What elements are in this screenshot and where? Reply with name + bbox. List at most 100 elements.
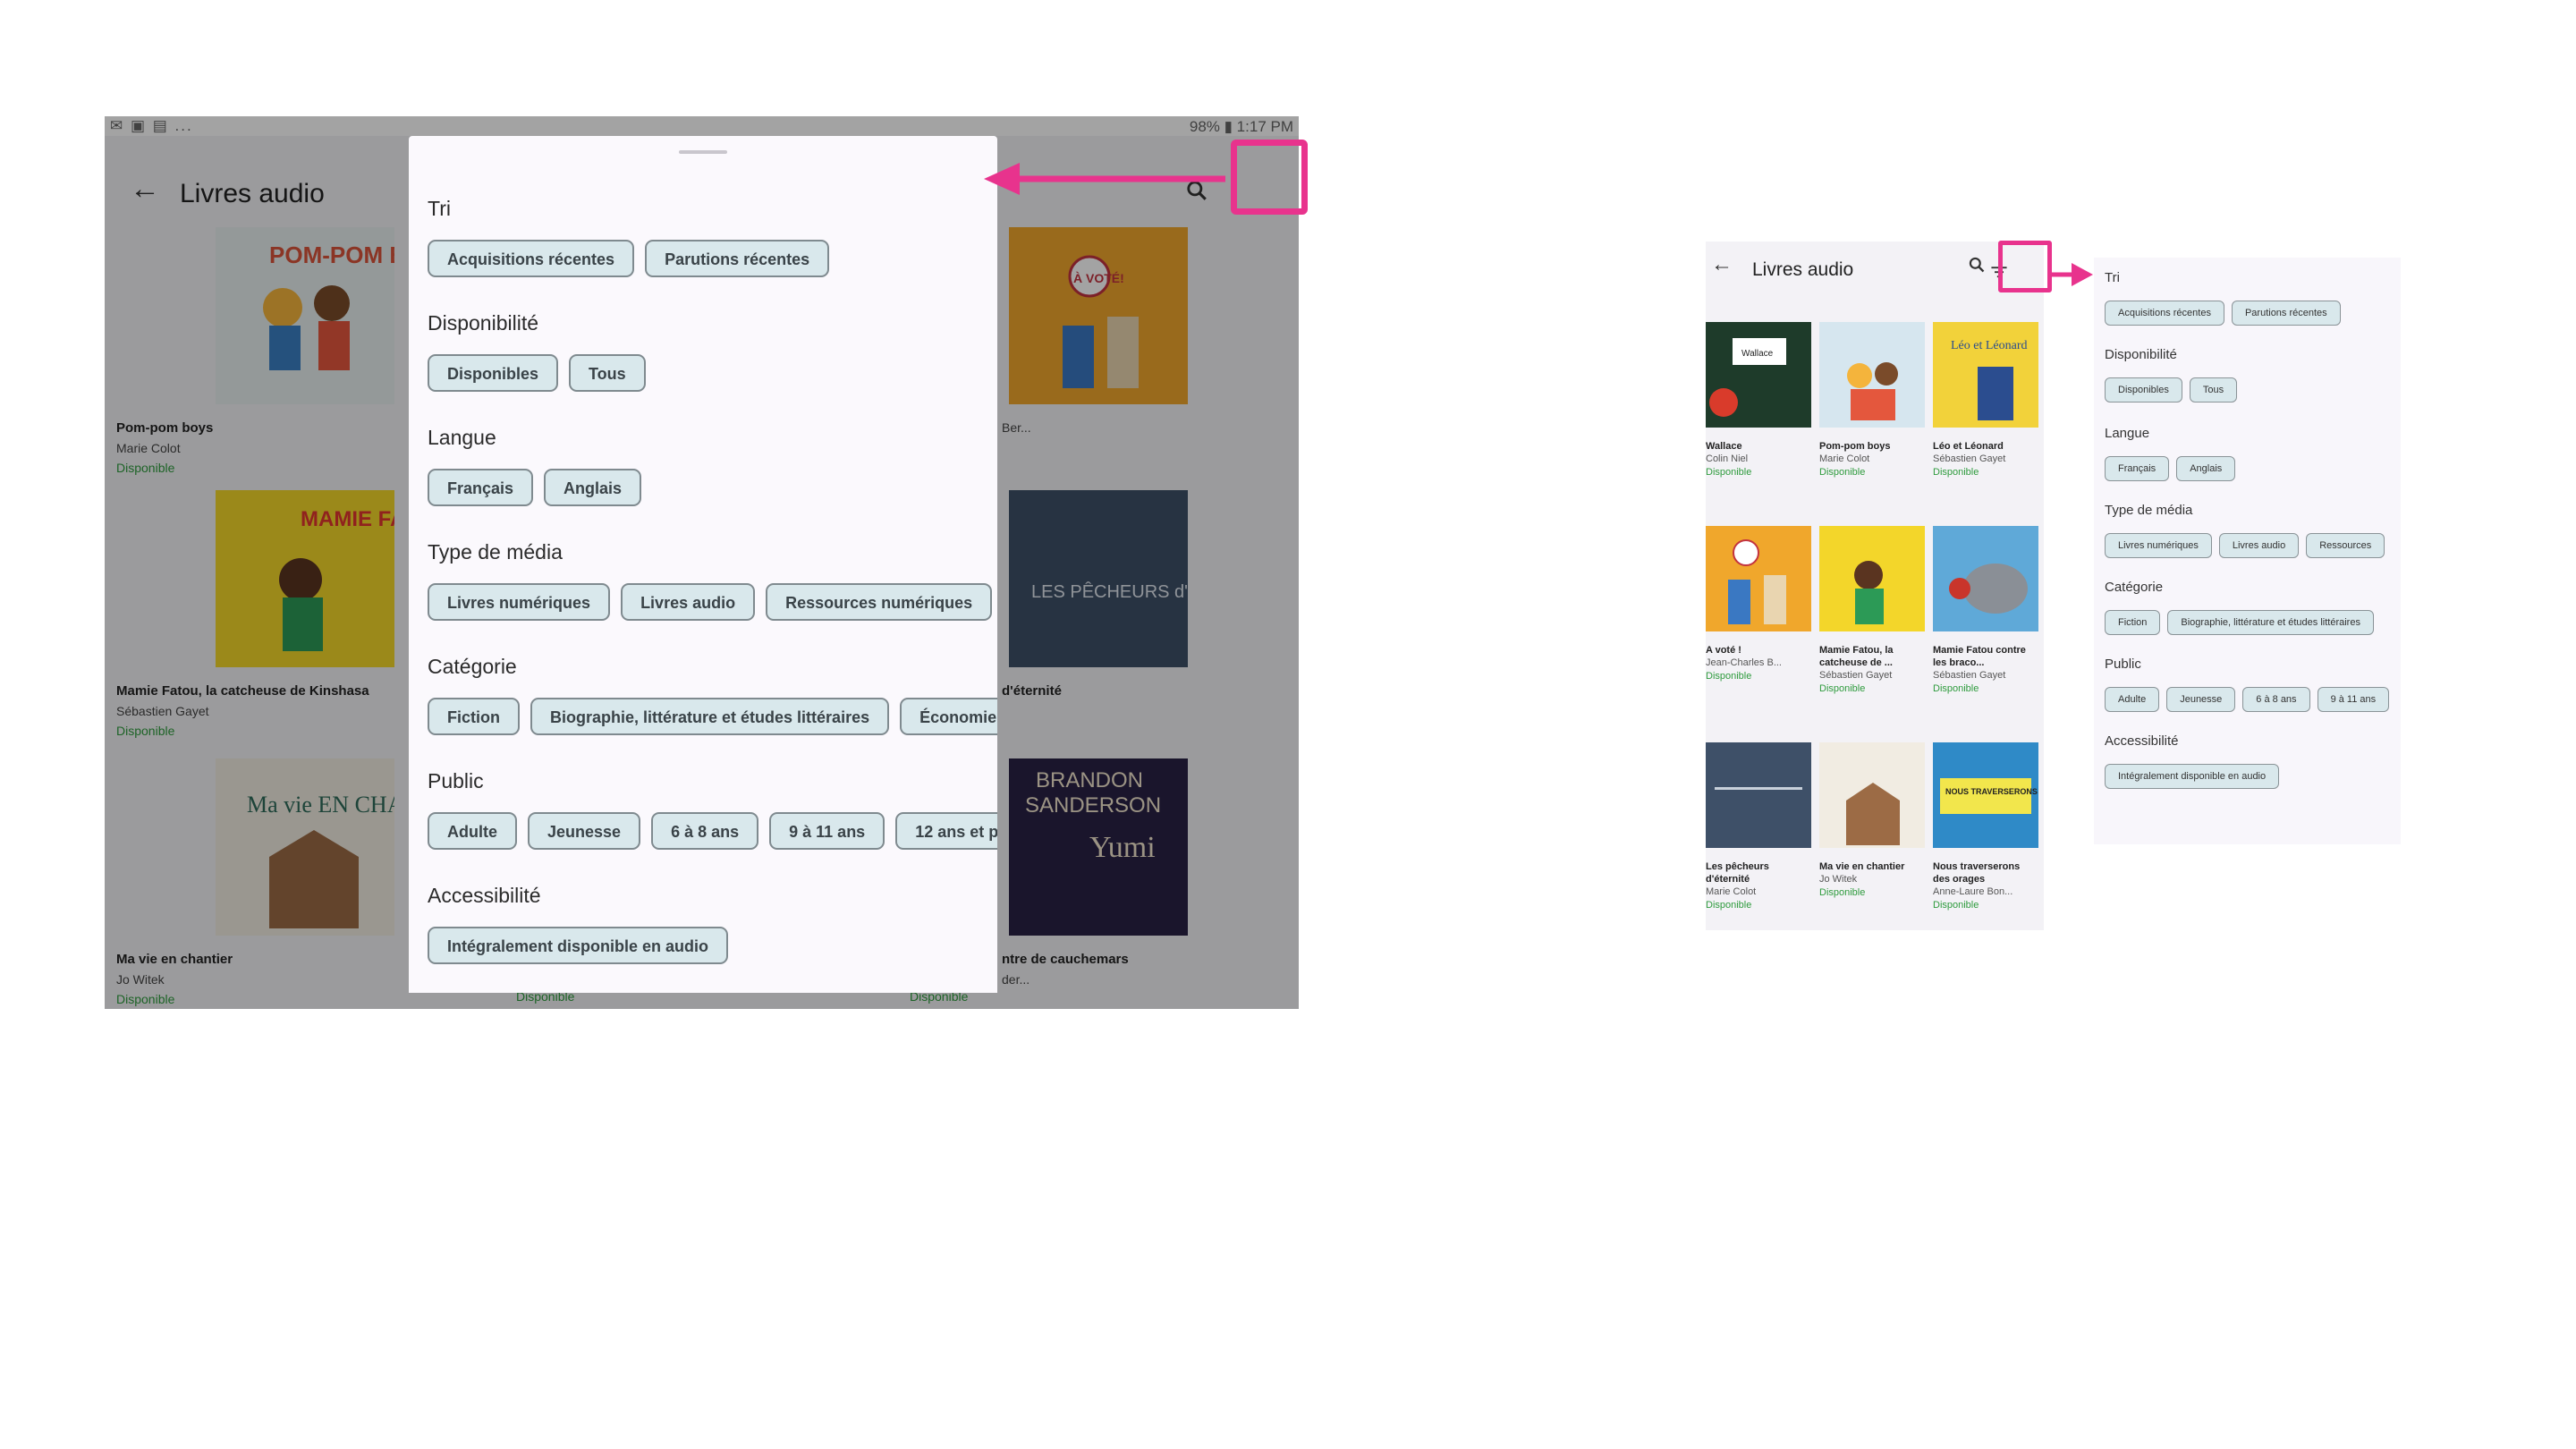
book-card[interactable]: Mamie Fatou contre les braco... Sébastie… (1933, 526, 2038, 696)
cover-title: NOUS TRAVERSERONS DES ORAGES (1945, 787, 2038, 796)
book-title: Mamie Fatou, la catcheuse de ... (1819, 645, 1894, 668)
section-title-categorie: Catégorie (2105, 580, 2164, 595)
chip-12-ans-plus[interactable]: 12 ans et plus (895, 812, 997, 850)
chip-integralement-audio[interactable]: Intégralement disponible en audio (428, 927, 729, 964)
book-card[interactable]: Les pêcheurs d'éternité Marie Colot Disp… (1706, 742, 1811, 912)
chip-livres-numeriques[interactable]: Livres numériques (428, 583, 611, 621)
chip-tous[interactable]: Tous (2189, 377, 2238, 402)
chip-disponibles[interactable]: Disponibles (2105, 377, 2182, 402)
book-availability: Disponible (1819, 467, 1866, 478)
annotation-arrow-icon (2052, 263, 2093, 286)
chip-row-accessibilite: Intégralement disponible en audio (2105, 764, 2280, 789)
section-title-type-media: Type de média (428, 540, 563, 564)
book-card[interactable]: Ma vie en chantier Jo Witek Disponible (1819, 742, 1925, 900)
book-author: Sébastien Gayet (1933, 670, 2006, 681)
book-availability: Disponible (1706, 900, 1752, 911)
cover-title: Léo et Léonard (1951, 339, 2028, 352)
chip-row-disponibilite: Disponibles Tous (2105, 377, 2238, 402)
section-title-langue: Langue (2105, 426, 2150, 441)
chip-economie[interactable]: Économie, f (900, 698, 997, 735)
book-card[interactable]: A voté ! Jean-Charles B... Disponible (1706, 526, 1811, 683)
book-card[interactable]: Léo et Léonard Léo et Léonard Sébastien … (1933, 322, 2038, 479)
highlight-box (1231, 140, 1308, 215)
drag-handle[interactable] (679, 150, 727, 154)
book-card[interactable]: NOUS TRAVERSERONS DES ORAGES Nous traver… (1933, 742, 2044, 912)
chip-ressources-numeriques[interactable]: Ressources numériques (766, 583, 993, 621)
chip-parutions-recentes[interactable]: Parutions récentes (645, 240, 830, 277)
book-author: Sébastien Gayet (1819, 670, 1893, 681)
chip-6-8-ans[interactable]: 6 à 8 ans (651, 812, 759, 850)
chip-disponibles[interactable]: Disponibles (428, 354, 559, 392)
phone-screenshot: ← Livres audio Wallace Wallace Colin Nie… (1706, 242, 2044, 930)
section-title-type-media: Type de média (2105, 503, 2193, 518)
chip-fiction[interactable]: Fiction (2105, 610, 2161, 635)
book-cover: Wallace (1706, 322, 1811, 428)
book-availability: Disponible (1933, 683, 1979, 694)
section-title-categorie: Catégorie (428, 655, 517, 678)
chip-9-11-ans[interactable]: 9 à 11 ans (2317, 687, 2390, 712)
search-icon[interactable] (1968, 256, 1986, 279)
book-card[interactable]: Wallace Wallace Colin Niel Disponible (1706, 322, 1811, 479)
book-cover (1819, 742, 1925, 848)
chip-anglais[interactable]: Anglais (2176, 456, 2236, 481)
book-cover (1819, 526, 1925, 631)
chip-acquisitions-recentes[interactable]: Acquisitions récentes (2105, 301, 2224, 326)
chip-livres-audio[interactable]: Livres audio (621, 583, 756, 621)
chip-livres-audio[interactable]: Livres audio (2218, 533, 2300, 558)
chip-acquisitions-recentes[interactable]: Acquisitions récentes (428, 240, 635, 277)
book-author: Anne-Laure Bon... (1933, 886, 2013, 897)
chip-row-public: Adulte Jeunesse 6 à 8 ans 9 à 11 ans 12 … (428, 812, 997, 850)
chip-biographie[interactable]: Biographie, littérature et études littér… (530, 698, 890, 735)
chip-integralement-audio[interactable]: Intégralement disponible en audio (2105, 764, 2280, 789)
book-title: Nous traverserons des orages (1933, 861, 2021, 885)
chip-biographie[interactable]: Biographie, littérature et études littér… (2167, 610, 2374, 635)
book-author: Sébastien Gayet (1933, 453, 2006, 464)
chip-row-langue: Français Anglais (428, 469, 642, 506)
chip-row-tri: Acquisitions récentes Parutions récentes (2105, 301, 2341, 326)
chip-parutions-recentes[interactable]: Parutions récentes (2231, 301, 2341, 326)
chip-jeunesse[interactable]: Jeunesse (528, 812, 641, 850)
book-card[interactable]: Pom-pom boys Marie Colot Disponible (1819, 322, 1925, 479)
book-availability: Disponible (1819, 887, 1866, 898)
chip-anglais[interactable]: Anglais (544, 469, 642, 506)
chip-adulte[interactable]: Adulte (428, 812, 517, 850)
section-title-accessibilite: Accessibilité (2105, 733, 2179, 749)
book-cover (1706, 742, 1811, 848)
book-title: Léo et Léonard (1933, 441, 2004, 452)
chip-row-categorie: Fiction Biographie, littérature et étude… (428, 698, 997, 735)
chip-ressources[interactable]: Ressources (2306, 533, 2385, 558)
section-title-accessibilite: Accessibilité (428, 884, 541, 907)
chip-6-8-ans[interactable]: 6 à 8 ans (2242, 687, 2310, 712)
chip-francais[interactable]: Français (2105, 456, 2170, 481)
book-card[interactable]: Mamie Fatou, la catcheuse de ... Sébasti… (1819, 526, 1925, 696)
chip-fiction[interactable]: Fiction (428, 698, 520, 735)
chip-tous[interactable]: Tous (569, 354, 646, 392)
chip-9-11-ans[interactable]: 9 à 11 ans (769, 812, 886, 850)
tablet-screenshot: ✉ ▣ ▤ ... 98% ▮ 1:17 PM ← Livres audio P… (105, 116, 1299, 1009)
cover-title: Wallace (1741, 349, 1774, 359)
book-title: Pom-pom boys (1819, 441, 1891, 452)
section-title-public: Public (2105, 657, 2141, 672)
page-title: Livres audio (1752, 259, 1854, 280)
chip-livres-numeriques[interactable]: Livres numériques (2105, 533, 2212, 558)
book-availability: Disponible (1706, 467, 1752, 478)
book-title: Wallace (1706, 441, 1742, 452)
chip-row-public: Adulte Jeunesse 6 à 8 ans 9 à 11 ans (2105, 687, 2390, 712)
book-cover (1706, 526, 1811, 631)
chip-francais[interactable]: Français (428, 469, 534, 506)
book-author: Jean-Charles B... (1706, 657, 1782, 668)
back-arrow-icon[interactable]: ← (1711, 252, 1733, 277)
chip-row-langue: Français Anglais (2105, 456, 2236, 481)
chip-row-tri: Acquisitions récentes Parutions récentes (428, 240, 830, 277)
section-title-disponibilite: Disponibilité (2105, 347, 2177, 362)
chip-jeunesse[interactable]: Jeunesse (2166, 687, 2236, 712)
book-title: Mamie Fatou contre les braco... (1933, 645, 2026, 668)
chip-adulte[interactable]: Adulte (2105, 687, 2160, 712)
section-title-tri: Tri (428, 197, 451, 220)
section-title-public: Public (428, 769, 484, 792)
chip-row-type-media: Livres numériques Livres audio Ressource… (428, 583, 993, 621)
highlight-box (1998, 241, 2052, 292)
book-cover (1819, 322, 1925, 428)
chip-row-disponibilite: Disponibles Tous (428, 354, 646, 392)
section-title-langue: Langue (428, 426, 496, 449)
